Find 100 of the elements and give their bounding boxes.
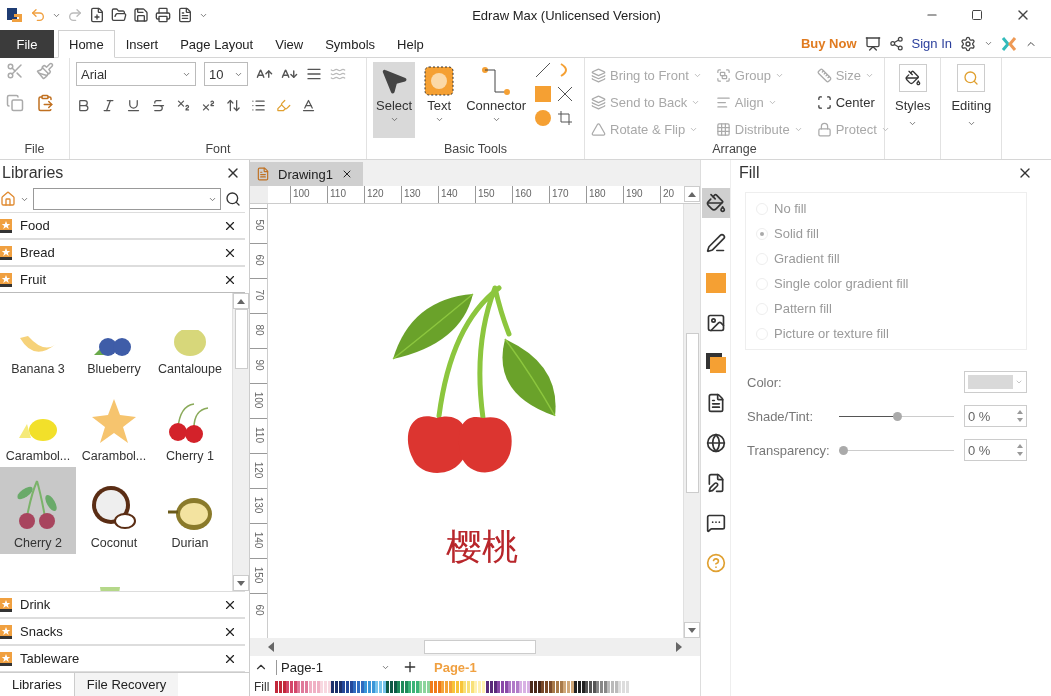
search-field[interactable] [33, 188, 221, 210]
color-palette[interactable] [275, 681, 630, 693]
caret-icon [1015, 378, 1023, 386]
crop-tool-icon[interactable] [557, 110, 574, 126]
list-icon[interactable] [251, 98, 266, 113]
arrange-command[interactable]: Center [816, 93, 890, 112]
ribbon-tab[interactable]: Home [58, 30, 115, 58]
paint-bucket-icon[interactable] [705, 193, 726, 213]
shape-label[interactable]: Cherry 2 [14, 536, 62, 550]
add-page-icon[interactable] [402, 659, 418, 675]
font-color-icon[interactable] [301, 98, 316, 113]
home-icon[interactable] [0, 191, 16, 207]
presentation-icon[interactable] [864, 35, 881, 52]
bold-icon[interactable] [76, 98, 91, 113]
tool-button[interactable]: Text [421, 62, 458, 138]
italic-icon[interactable] [101, 98, 116, 113]
editing-button[interactable]: Editing [947, 62, 996, 130]
color-dropdown[interactable] [964, 371, 1027, 393]
document-tab[interactable]: Drawing1 [250, 162, 363, 186]
ribbon-tab[interactable]: View [264, 30, 315, 58]
selected-tool-background[interactable] [701, 188, 730, 218]
up-arrow-icon[interactable] [688, 191, 696, 197]
scrollbar[interactable] [232, 293, 249, 591]
sign-in-link[interactable]: Sign In [911, 36, 952, 51]
selected-shape-background[interactable]: Cherry 2 [0, 467, 76, 554]
paste-icon[interactable] [36, 94, 54, 112]
ruler-icon [816, 68, 832, 83]
ribbon-tab[interactable]: Insert [114, 30, 170, 58]
ribbon-tab[interactable]: Symbols [314, 30, 387, 58]
field-label: Transparency: [747, 442, 829, 458]
down-arrow-icon[interactable] [688, 627, 696, 633]
caption-text: 樱桃 [444, 525, 518, 569]
paint-bucket-icon [904, 70, 921, 86]
library-category[interactable]: Tableware [0, 645, 245, 672]
shape-label[interactable]: Coconut [90, 536, 138, 550]
scroll-thumb[interactable] [685, 333, 699, 493]
number-spinner[interactable]: 0 % [964, 405, 1027, 427]
shape-label[interactable]: Durian [171, 536, 209, 550]
right-arrow-icon[interactable] [676, 642, 682, 652]
save-icon[interactable] [133, 7, 149, 23]
styles-button[interactable]: Styles [891, 62, 935, 130]
maximize-icon[interactable] [971, 9, 983, 21]
caret-icon [389, 115, 399, 124]
align-icon[interactable] [306, 66, 322, 82]
page-dropdown[interactable]: Page-1 [276, 659, 394, 675]
shape-label[interactable]: Carambol... [81, 449, 147, 463]
ribbon-tab[interactable]: Help [386, 30, 435, 58]
cross-tool-icon[interactable] [557, 86, 574, 102]
pen-line-icon[interactable] [705, 233, 726, 253]
spinner-arrows-icon[interactable] [1017, 444, 1023, 456]
globe-icon[interactable] [705, 433, 726, 453]
font-size-dropdown[interactable]: 10 [204, 62, 248, 86]
folder-icon[interactable] [111, 7, 127, 23]
underline-icon[interactable] [126, 98, 141, 113]
shape-label[interactable]: Cherry 1 [166, 449, 214, 463]
settings-icon[interactable] [960, 35, 976, 52]
panel-tab[interactable]: File Recovery [74, 673, 179, 696]
search-icon[interactable] [225, 191, 241, 207]
library-category[interactable]: Drink [0, 591, 245, 618]
line-tool-icon[interactable] [535, 62, 552, 78]
ribbon-tab[interactable]: Page Layout [169, 30, 265, 58]
line-spacing-icon[interactable] [226, 98, 241, 113]
scrollbar[interactable] [683, 204, 700, 638]
library-category[interactable]: Snacks [0, 618, 245, 645]
document-icon [256, 167, 270, 181]
strikethrough-icon[interactable] [151, 98, 166, 113]
down-arrow-icon[interactable] [237, 580, 245, 586]
shape-label[interactable]: Banana 3 [11, 362, 65, 376]
group-label: Basic Tools [443, 141, 508, 158]
grid-icon [715, 122, 731, 137]
tool-button[interactable]: Connector [463, 62, 530, 138]
number-spinner[interactable]: 0 % [964, 439, 1027, 461]
shape-label[interactable]: Cantaloupe [158, 362, 222, 376]
spinner-arrows-icon[interactable] [1017, 410, 1023, 422]
up-arrow-icon[interactable] [237, 298, 245, 304]
subscript-icon[interactable] [176, 98, 191, 113]
library-category[interactable]: Fruit [0, 266, 245, 293]
library-category[interactable]: Food [0, 212, 245, 239]
superscript-icon[interactable] [201, 98, 216, 113]
colorful-x-icon[interactable] [1001, 35, 1017, 52]
file-menu-button[interactable]: File [0, 30, 54, 58]
tool-button[interactable]: Select [373, 62, 416, 138]
caret-icon[interactable] [984, 39, 993, 48]
image-icon[interactable] [705, 313, 726, 333]
layers-icon [591, 68, 606, 83]
panel-title: Fill [739, 164, 760, 182]
font-dropdown[interactable]: Arial [76, 62, 196, 86]
shape-label[interactable]: Carambol... [5, 449, 71, 463]
scroll-thumb[interactable] [234, 309, 248, 369]
star-fruit-drawing [92, 399, 136, 443]
comment-icon[interactable] [705, 513, 726, 533]
new-file-icon[interactable] [89, 7, 105, 23]
left-arrow-icon[interactable] [268, 642, 274, 652]
shadow-square-icon[interactable] [705, 353, 726, 373]
print-icon[interactable] [155, 7, 171, 23]
document-icon[interactable] [177, 7, 193, 23]
share-icon[interactable] [888, 36, 904, 51]
shape-label[interactable]: Blueberry [87, 362, 141, 376]
library-category[interactable]: Bread [0, 239, 245, 266]
scroll-thumb[interactable] [424, 640, 536, 654]
